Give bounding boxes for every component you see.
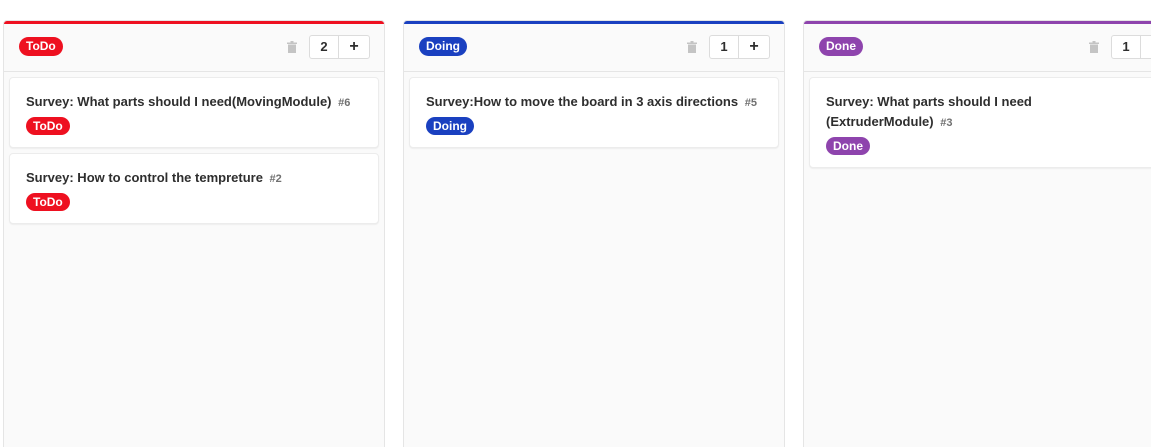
issue-number: #5 [744, 97, 757, 109]
issue-title-row: Survey: What parts should I need (Extrud… [826, 92, 1141, 133]
issue-title[interactable]: Survey: What parts should I need(MovingM… [26, 94, 332, 109]
issue-label[interactable]: Done [826, 137, 870, 155]
issue-count: 1 [710, 36, 739, 58]
trash-icon[interactable] [1087, 40, 1101, 54]
list-label-done[interactable]: Done [819, 37, 863, 56]
list-header: Doing 1 + [404, 24, 784, 72]
add-issue-button[interactable]: + [1141, 36, 1151, 58]
list-label-todo[interactable]: ToDo [19, 37, 63, 56]
add-issue-button[interactable]: + [739, 36, 769, 58]
trash-icon[interactable] [685, 40, 699, 54]
issue-card[interactable]: Survey:How to move the board in 3 axis d… [409, 77, 779, 148]
list-header: ToDo 2 + [4, 24, 384, 72]
issue-board: ToDo 2 + Survey: What parts should I nee… [0, 0, 1151, 447]
trash-icon[interactable] [285, 40, 299, 54]
list-header-controls: 2 + [285, 35, 370, 59]
card-list: Survey: What parts should I need (Extrud… [804, 72, 1151, 168]
board-list-todo: ToDo 2 + Survey: What parts should I nee… [3, 20, 385, 447]
issue-title-row: Survey:How to move the board in 3 axis d… [426, 92, 763, 113]
issue-number: #3 [940, 117, 953, 129]
issue-title[interactable]: Survey: How to control the tempreture [26, 170, 263, 185]
issue-title-row: Survey: How to control the tempreture #2 [26, 168, 363, 189]
board-list-done: Done 1 + Survey: What parts should I nee… [803, 20, 1151, 447]
issue-count-group: 1 + [709, 35, 770, 59]
issue-number: #6 [338, 97, 351, 109]
issue-count: 2 [310, 36, 339, 58]
list-label-doing[interactable]: Doing [419, 37, 467, 56]
issue-title[interactable]: Survey:How to move the board in 3 axis d… [426, 94, 738, 109]
issue-count-group: 1 + [1111, 35, 1151, 59]
board-list-doing: Doing 1 + Survey:How to move the board i… [403, 20, 785, 447]
issue-label[interactable]: Doing [426, 117, 474, 135]
issue-label[interactable]: ToDo [26, 117, 70, 135]
list-header-controls: 1 + [685, 35, 770, 59]
issue-title-row: Survey: What parts should I need(MovingM… [26, 92, 363, 113]
issue-title[interactable]: Survey: What parts should I need (Extrud… [826, 94, 1032, 129]
issue-card[interactable]: Survey: What parts should I need (Extrud… [809, 77, 1151, 168]
issue-card[interactable]: Survey: How to control the tempreture #2… [9, 153, 379, 224]
issue-label[interactable]: ToDo [26, 193, 70, 211]
issue-number: #2 [269, 173, 282, 185]
card-list: Survey: What parts should I need(MovingM… [4, 72, 384, 224]
issue-count: 1 [1112, 36, 1141, 58]
list-header: Done 1 + [804, 24, 1151, 72]
add-issue-button[interactable]: + [339, 36, 369, 58]
issue-count-group: 2 + [309, 35, 370, 59]
issue-card[interactable]: Survey: What parts should I need(MovingM… [9, 77, 379, 148]
card-list: Survey:How to move the board in 3 axis d… [404, 72, 784, 148]
list-header-controls: 1 + [1087, 35, 1151, 59]
